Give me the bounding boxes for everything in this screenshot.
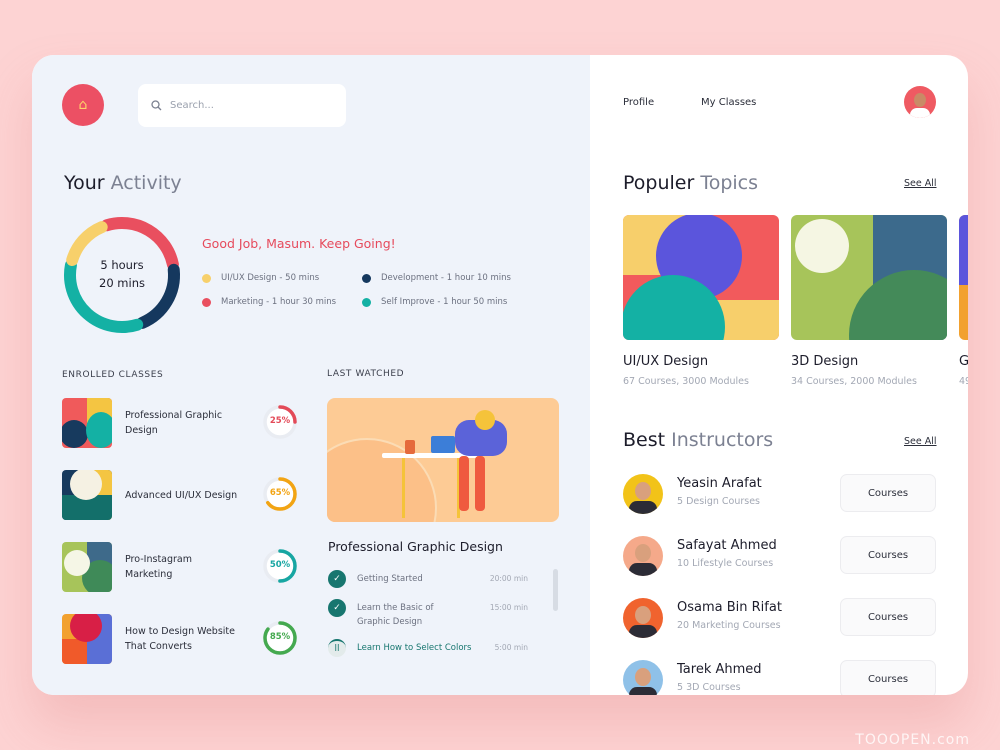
search-placeholder: Search...	[170, 100, 214, 111]
instructor-name[interactable]: Tarek Ahmed	[677, 662, 762, 677]
progress-label: 50%	[269, 560, 291, 570]
instructor-courses-count: 5 3D Courses	[677, 682, 741, 693]
instructor-courses-count: 10 Lifestyle Courses	[677, 558, 774, 569]
instructor-avatar[interactable]	[623, 660, 663, 695]
last-watched-video-thumbnail[interactable]	[327, 398, 559, 522]
topics-title: Populer Topics	[623, 172, 759, 194]
class-progress-ring: 65%	[260, 474, 300, 518]
instructor-row: Yeasin Arafat 5 Design Courses Courses	[623, 474, 938, 518]
instructors-title: Best Instructors	[623, 429, 774, 451]
topic-card-image[interactable]	[791, 215, 947, 340]
total-time-mins: 20 mins	[99, 276, 145, 290]
check-icon: ✓	[328, 570, 346, 588]
nav-my-classes[interactable]: My Classes	[701, 97, 756, 108]
legend-dot	[202, 297, 211, 307]
enrolled-title: ENROLLED CLASSES	[62, 370, 164, 380]
encouragement-message: Good Job, Masum. Keep Going!	[202, 236, 396, 251]
legend-item: Marketing - 1 hour 30 mins	[202, 297, 362, 307]
class-thumbnail	[62, 470, 112, 520]
topic-stats: 67 Courses, 3000 Modules	[623, 376, 749, 387]
instructor-row: Safayat Ahmed 10 Lifestyle Courses Cours…	[623, 536, 938, 580]
legend-item: UI/UX Design - 50 mins	[202, 273, 362, 283]
legend-dot	[362, 273, 371, 283]
courses-button[interactable]: Courses	[840, 474, 936, 512]
topic-name[interactable]: 3D Design	[791, 354, 858, 369]
home-button[interactable]: ⌂	[62, 84, 104, 126]
class-thumbnail	[62, 398, 112, 448]
progress-label: 25%	[269, 416, 291, 426]
topic-card-image[interactable]	[959, 215, 968, 340]
instructor-name[interactable]: Safayat Ahmed	[677, 538, 777, 553]
user-avatar[interactable]	[904, 86, 936, 118]
watermark: TOOOPEN.com	[855, 732, 970, 748]
progress-label: 65%	[269, 488, 291, 498]
home-icon: ⌂	[78, 97, 88, 113]
topic-name[interactable]: G	[959, 354, 968, 369]
courses-button[interactable]: Courses	[840, 598, 936, 636]
instructor-courses-count: 20 Marketing Courses	[677, 620, 781, 631]
progress-label: 85%	[269, 632, 291, 642]
legend-dot	[362, 297, 371, 307]
class-progress-ring: 85%	[260, 618, 300, 662]
lesson-scrollbar[interactable]	[553, 569, 558, 611]
courses-button[interactable]: Courses	[840, 660, 936, 695]
instructor-avatar[interactable]	[623, 536, 663, 576]
class-progress-ring: 50%	[260, 546, 300, 590]
class-thumbnail	[62, 542, 112, 592]
lesson-item[interactable]: ✓ Getting Started 20:00 min	[328, 570, 528, 588]
nav-profile[interactable]: Profile	[623, 97, 654, 108]
topic-name[interactable]: UI/UX Design	[623, 354, 708, 369]
instructor-row: Osama Bin Rifat 20 Marketing Courses Cou…	[623, 598, 938, 642]
legend-dot	[202, 273, 211, 283]
lesson-item-current[interactable]: ll Learn How to Select Colors 5:00 min	[328, 639, 528, 657]
search-icon	[151, 100, 162, 111]
class-progress-ring: 25%	[260, 402, 300, 446]
courses-button[interactable]: Courses	[840, 536, 936, 574]
instructor-courses-count: 5 Design Courses	[677, 496, 760, 507]
last-watched-course: Professional Graphic Design	[328, 539, 503, 554]
total-time-hours: 5 hours	[100, 258, 144, 272]
activity-title: Your Activity	[64, 172, 182, 194]
topic-card-image[interactable]	[623, 215, 779, 340]
instructor-name[interactable]: Yeasin Arafat	[677, 476, 762, 491]
lesson-item[interactable]: ✓ Learn the Basic of Graphic Design 15:00 …	[328, 599, 528, 629]
search-input[interactable]: Search...	[138, 84, 346, 127]
topic-stats: 34 Courses, 2000 Modules	[791, 376, 917, 387]
dashboard-window: ⌂ Search... Your Activity 5 hours 20 min…	[32, 55, 968, 695]
legend-item: Development - 1 hour 10 mins	[362, 273, 532, 283]
last-watched-title: LAST WATCHED	[327, 369, 405, 379]
legend-item: Self Improve - 1 hour 50 mins	[362, 297, 532, 307]
instructor-avatar[interactable]	[623, 598, 663, 638]
left-panel: ⌂ Search... Your Activity 5 hours 20 min…	[32, 55, 590, 695]
pause-icon: ll	[328, 639, 346, 657]
topics-see-all-link[interactable]: See All	[904, 178, 937, 189]
instructor-row: Tarek Ahmed 5 3D Courses Courses	[623, 660, 938, 695]
instructor-avatar[interactable]	[623, 474, 663, 514]
topic-stats: 49	[959, 376, 968, 387]
instructor-name[interactable]: Osama Bin Rifat	[677, 600, 782, 615]
check-icon: ✓	[328, 599, 346, 617]
instructors-see-all-link[interactable]: See All	[904, 436, 937, 447]
class-thumbnail	[62, 614, 112, 664]
